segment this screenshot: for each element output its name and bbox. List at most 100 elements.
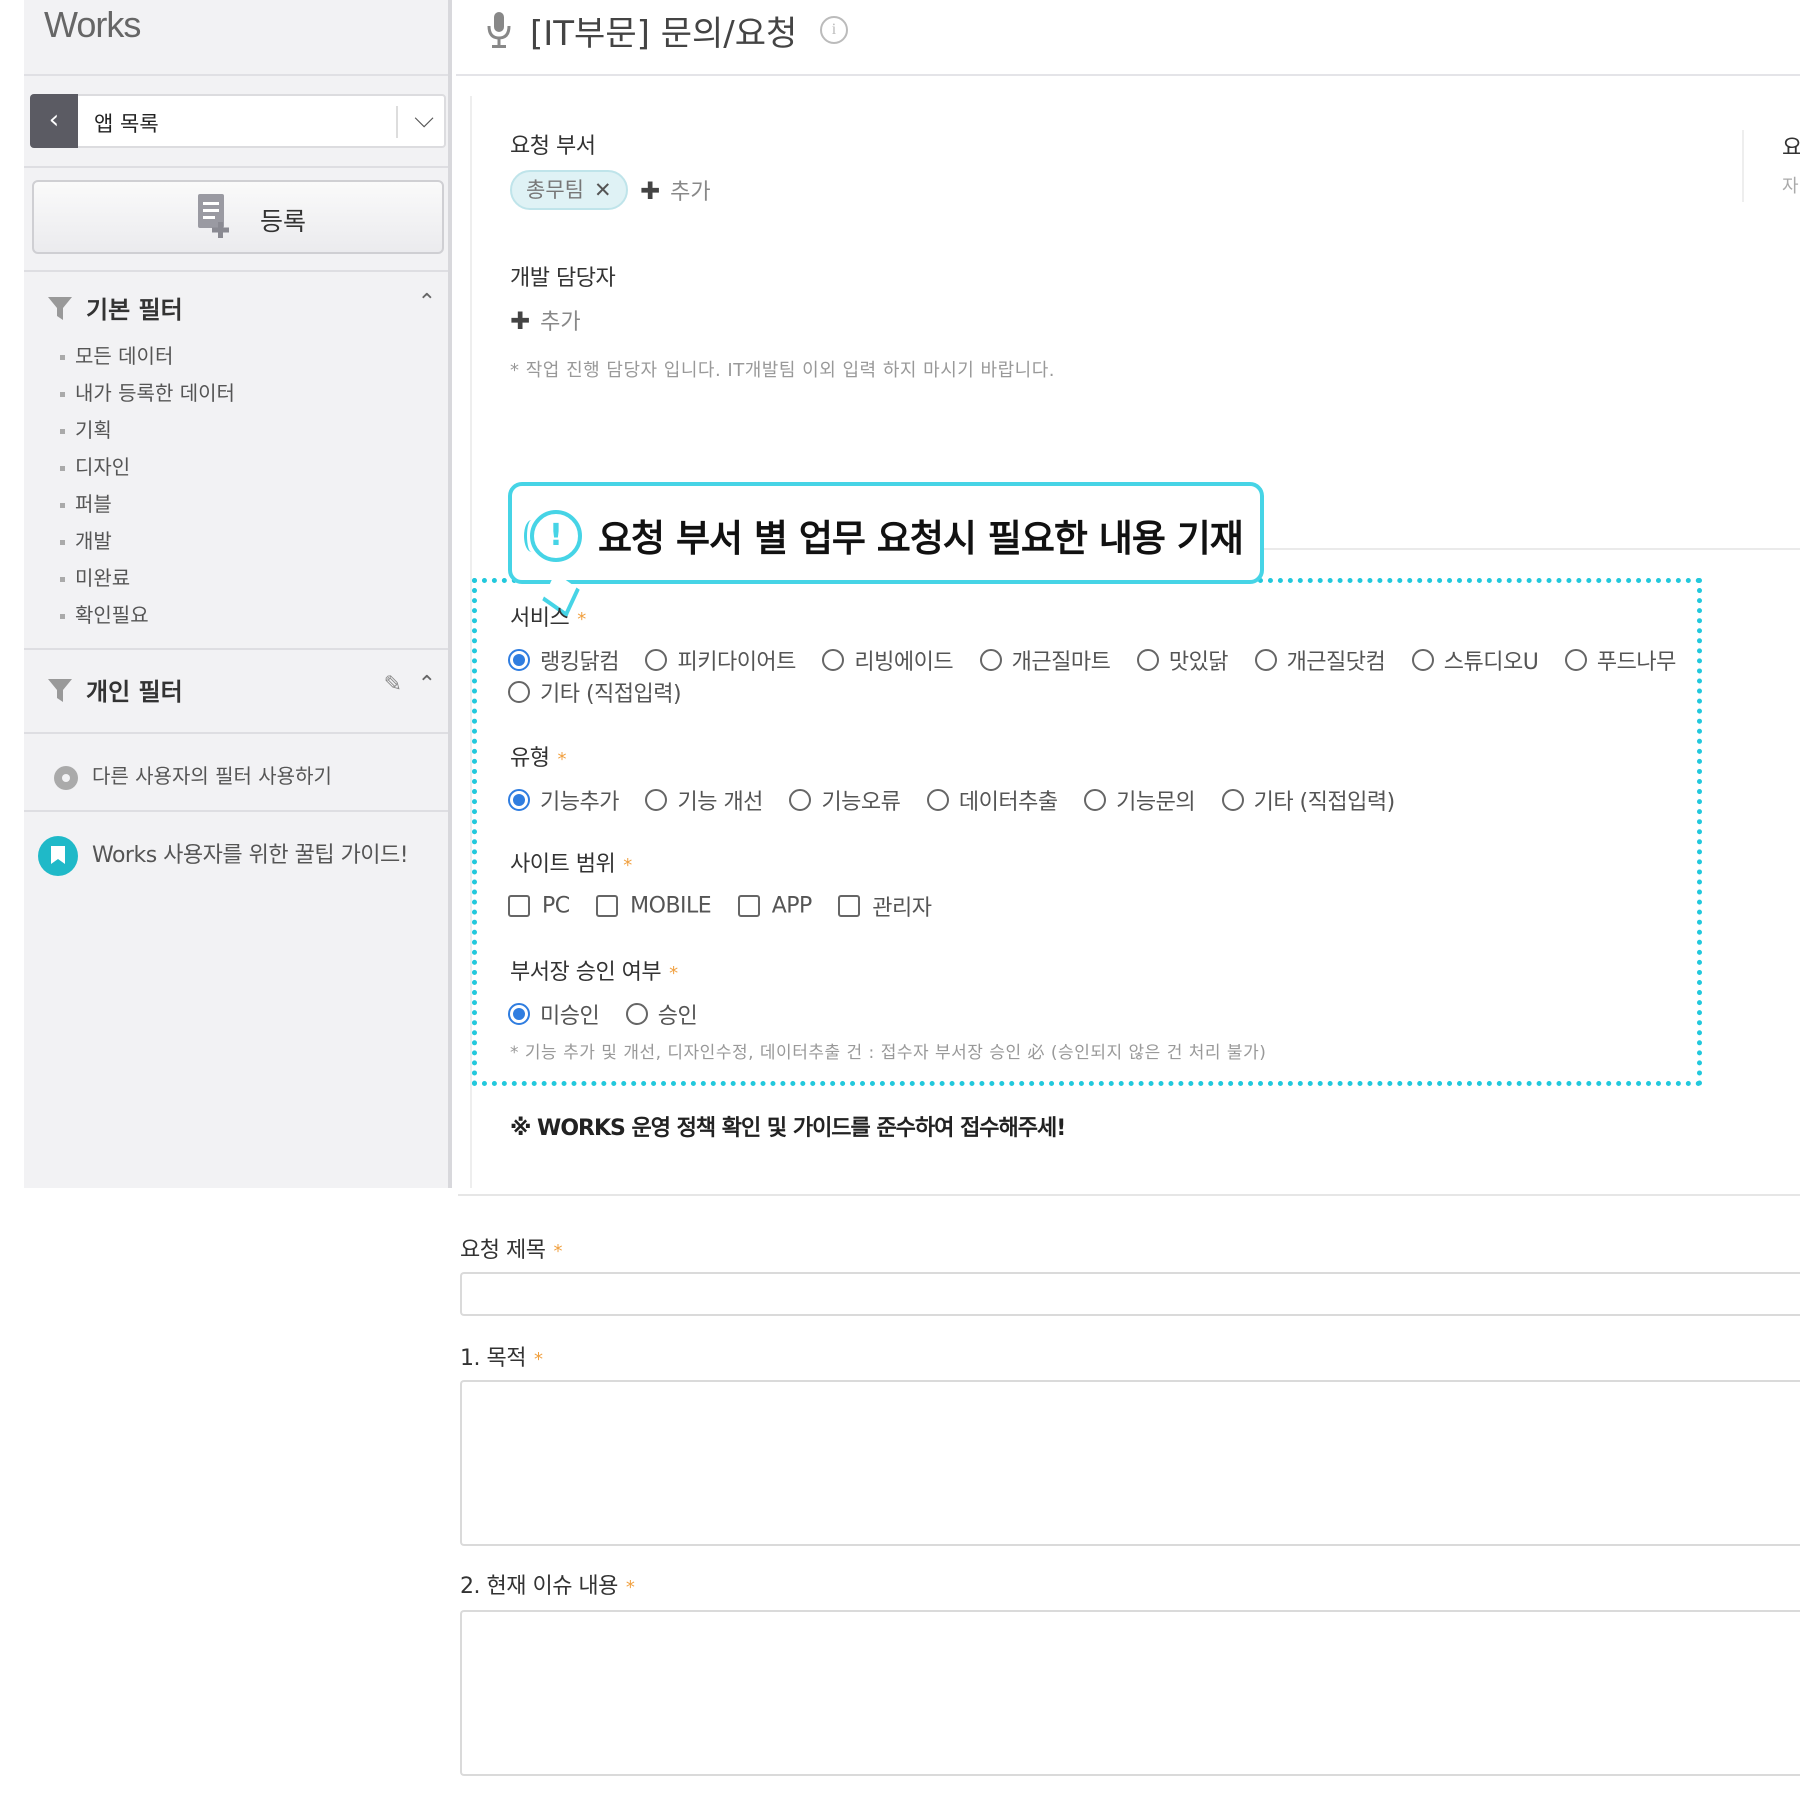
filter-item-all-data[interactable]: 모든 데이터: [60, 340, 173, 369]
option-label: 미승인: [540, 1004, 600, 1029]
required-mark: *: [557, 749, 566, 770]
add-dept-button[interactable]: ✚ 추가: [640, 174, 711, 206]
chevron-up-icon[interactable]: ⌃: [418, 290, 436, 315]
register-label: 등록: [260, 207, 307, 236]
radio[interactable]: [789, 789, 812, 811]
checkbox[interactable]: [737, 895, 760, 917]
filter-item-label: 퍼블: [75, 492, 112, 516]
filter-item-label: 개발: [75, 529, 112, 553]
checkbox[interactable]: [838, 895, 861, 917]
request-title-input[interactable]: [460, 1272, 1800, 1316]
option-label: 개근질마트: [1011, 650, 1111, 675]
brand-logo[interactable]: Works: [44, 4, 141, 46]
scope-option-mobile[interactable]: MOBILE: [596, 893, 712, 919]
required-mark: *: [553, 1241, 562, 1262]
radio[interactable]: [979, 649, 1002, 671]
radio[interactable]: [1564, 649, 1587, 671]
divider: [458, 1194, 1800, 1196]
other-user-filter-link[interactable]: 다른 사용자의 필터 사용하기: [54, 760, 332, 790]
radio[interactable]: [508, 681, 530, 703]
add-label: 추가: [540, 310, 581, 335]
close-icon[interactable]: ✕: [594, 178, 612, 202]
radio-selected[interactable]: [508, 649, 530, 671]
service-option-pickydiet[interactable]: 피키다이어트: [645, 644, 796, 676]
radio[interactable]: [1254, 649, 1277, 671]
type-option-add-feature[interactable]: 기능추가: [508, 784, 619, 816]
dept-tag-label: 총무팀: [526, 178, 584, 202]
chevron-down-icon[interactable]: ⌵: [414, 104, 434, 135]
service-options: 랭킹닭컴 피키다이어트 리빙에이드 개근질마트 맛있닭 개근질닷컴 스튜디오U …: [508, 644, 1696, 676]
bullet-icon: [60, 392, 65, 397]
filter-item-my-data[interactable]: 내가 등록한 데이터: [60, 377, 235, 406]
service-option-masitdak[interactable]: 맛있닭: [1136, 644, 1229, 676]
radio[interactable]: [926, 789, 949, 811]
service-label: 서비스 *: [510, 600, 586, 632]
service-options-row2: 기타 (직접입력): [508, 676, 701, 708]
service-option-gaegeunjil-com[interactable]: 개근질닷컴: [1254, 644, 1386, 676]
policy-notice: ※ WORKS 운영 정책 확인 및 가이드를 준수하여 접수해주세!: [510, 1116, 1066, 1141]
exclamation-icon: !: [524, 510, 582, 562]
filter-icon: [48, 296, 72, 320]
dev-owner-label: 개발 담당자: [510, 266, 616, 291]
chevron-up-icon[interactable]: ⌃: [418, 672, 436, 697]
filter-item-publishing[interactable]: 퍼블: [60, 488, 112, 517]
personal-filter-title: 개인 필터: [86, 678, 183, 706]
approval-option-not-approved[interactable]: 미승인: [508, 998, 600, 1030]
plus-icon: ✚: [510, 307, 531, 335]
radio[interactable]: [1084, 789, 1107, 811]
service-option-other[interactable]: 기타 (직접입력): [508, 676, 682, 708]
type-option-inquiry[interactable]: 기능문의: [1084, 784, 1196, 816]
scope-option-pc[interactable]: PC: [508, 893, 570, 919]
register-button[interactable]: 등록: [32, 180, 444, 254]
radio-selected[interactable]: [508, 789, 530, 811]
approval-option-approved[interactable]: 승인: [625, 998, 698, 1030]
scope-option-app[interactable]: APP: [737, 893, 812, 919]
pencil-icon[interactable]: ✎: [384, 672, 402, 697]
dept-tag[interactable]: 총무팀 ✕: [510, 170, 628, 210]
divider: [24, 810, 448, 812]
radio[interactable]: [625, 1003, 648, 1025]
radio-selected[interactable]: [508, 1003, 530, 1025]
service-option-rankingdak[interactable]: 랭킹닭컴: [508, 644, 619, 676]
current-issue-textarea[interactable]: [460, 1610, 1800, 1776]
type-option-other[interactable]: 기타 (직접입력): [1221, 784, 1395, 816]
purpose-textarea[interactable]: [460, 1380, 1800, 1546]
radio[interactable]: [1136, 649, 1159, 671]
service-option-studio-u[interactable]: 스튜디오U: [1411, 644, 1539, 676]
filter-item-design[interactable]: 디자인: [60, 451, 130, 480]
option-label: 데이터추출: [958, 790, 1058, 815]
radio[interactable]: [1221, 789, 1244, 811]
scope-option-admin[interactable]: 관리자: [838, 890, 932, 922]
option-label: 개근질닷컴: [1286, 650, 1386, 675]
checkbox[interactable]: [508, 895, 530, 917]
filter-item-development[interactable]: 개발: [60, 525, 112, 554]
bullet-icon: [60, 503, 65, 508]
add-dev-owner-button[interactable]: ✚ 추가: [510, 304, 581, 336]
info-icon[interactable]: i: [820, 16, 848, 44]
type-option-bug[interactable]: 기능오류: [789, 784, 901, 816]
purpose-label-text: 1. 목적: [460, 1346, 526, 1371]
service-option-gaegeunjil-mart[interactable]: 개근질마트: [979, 644, 1111, 676]
app-list-select[interactable]: ‹ 앱 목록 ⌵: [30, 94, 446, 148]
back-arrow-icon[interactable]: ‹: [30, 94, 78, 148]
radio[interactable]: [1411, 649, 1434, 671]
radio[interactable]: [645, 789, 668, 811]
type-option-improve[interactable]: 기능 개선: [645, 784, 763, 816]
checkbox[interactable]: [596, 895, 619, 917]
filter-item-incomplete[interactable]: 미완료: [60, 562, 130, 591]
guide-link-label: Works 사용자를 위한 꿀팁 가이드!: [92, 843, 409, 868]
radio[interactable]: [645, 649, 668, 671]
service-option-foodnamu[interactable]: 푸드나무: [1564, 644, 1676, 676]
filter-item-needs-check[interactable]: 확인필요: [60, 599, 149, 628]
basic-filter-header[interactable]: 기본 필터: [46, 290, 183, 325]
type-options: 기능추가 기능 개선 기능오류 데이터추출 기능문의 기타 (직접입력): [508, 784, 1415, 816]
right-column-label: 요: [1782, 136, 1800, 161]
service-option-livingaid[interactable]: 리빙에이드: [822, 644, 954, 676]
radio[interactable]: [822, 649, 845, 671]
option-label: 기능 개선: [677, 790, 763, 815]
personal-filter-header[interactable]: 개인 필터: [46, 672, 183, 707]
option-label: 승인: [657, 1004, 698, 1029]
type-option-data-extract[interactable]: 데이터추출: [926, 784, 1058, 816]
guide-link[interactable]: Works 사용자를 위한 꿀팁 가이드!: [38, 836, 409, 876]
filter-item-planning[interactable]: 기획: [60, 414, 112, 443]
